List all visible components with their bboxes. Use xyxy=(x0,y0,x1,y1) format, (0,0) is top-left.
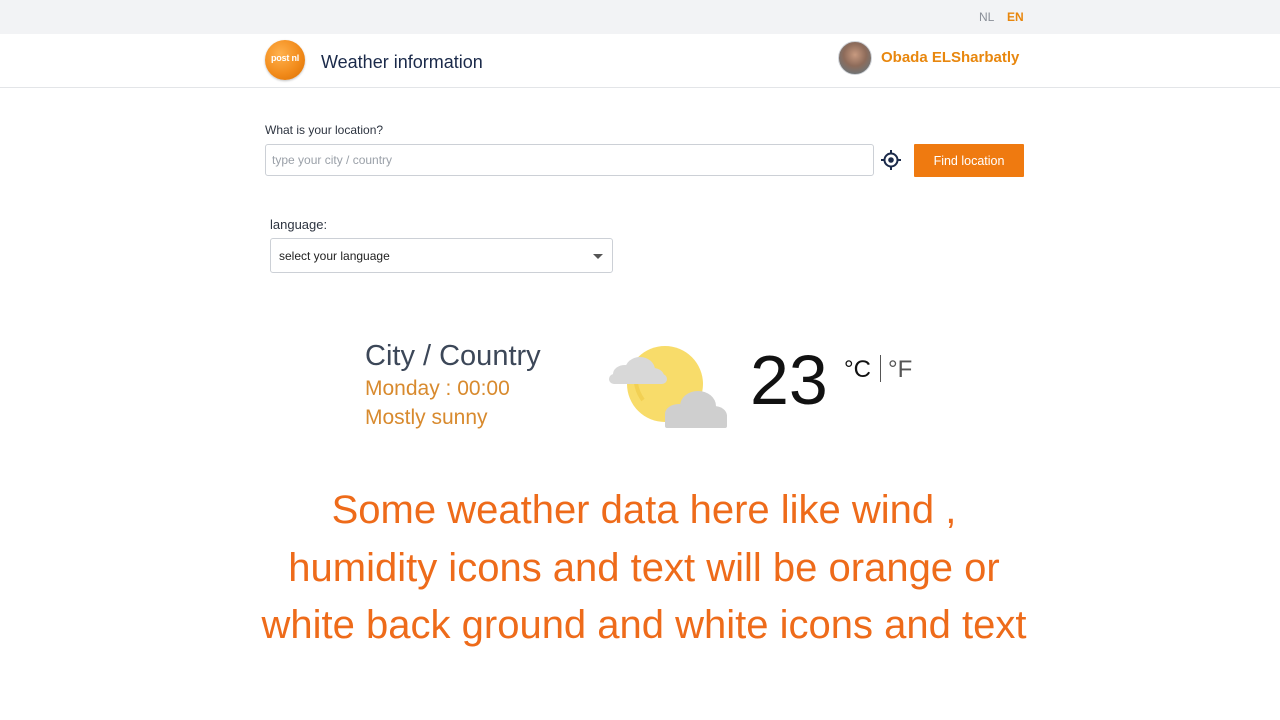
postnl-logo[interactable]: post nl xyxy=(265,40,305,80)
unit-fahrenheit-toggle[interactable]: °F xyxy=(888,356,912,384)
top-bar: NL EN xyxy=(0,0,1280,34)
language-label: language: xyxy=(270,217,328,232)
weather-data-note: Some weather data here like wind , humid… xyxy=(261,488,1027,647)
weather-city: City / Country xyxy=(365,340,541,372)
page-title: Weather information xyxy=(321,52,483,72)
unit-divider xyxy=(880,355,881,382)
chevron-down-icon xyxy=(593,254,603,259)
locate-icon[interactable] xyxy=(880,149,902,171)
language-select-value: select your language xyxy=(279,249,390,263)
location-input[interactable] xyxy=(265,144,874,176)
avatar[interactable] xyxy=(838,41,872,75)
weather-datetime: Monday : 00:00 xyxy=(365,377,510,400)
temperature-value: 23 xyxy=(750,341,828,419)
logo-text: post nl xyxy=(271,53,300,63)
user-name[interactable]: Obada ELSharbatly xyxy=(881,49,1019,66)
language-en-link[interactable]: EN xyxy=(1007,10,1024,24)
location-label: What is your location? xyxy=(265,123,384,137)
find-location-button[interactable]: Find location xyxy=(914,144,1024,177)
unit-celsius-toggle[interactable]: °C xyxy=(844,356,871,384)
weather-condition: Mostly sunny xyxy=(365,406,488,429)
language-select[interactable]: select your language xyxy=(270,238,613,273)
partly-cloudy-icon xyxy=(609,346,727,428)
header: post nl Weather information Obada ELShar… xyxy=(0,34,1280,88)
language-nl-link[interactable]: NL xyxy=(979,10,994,24)
